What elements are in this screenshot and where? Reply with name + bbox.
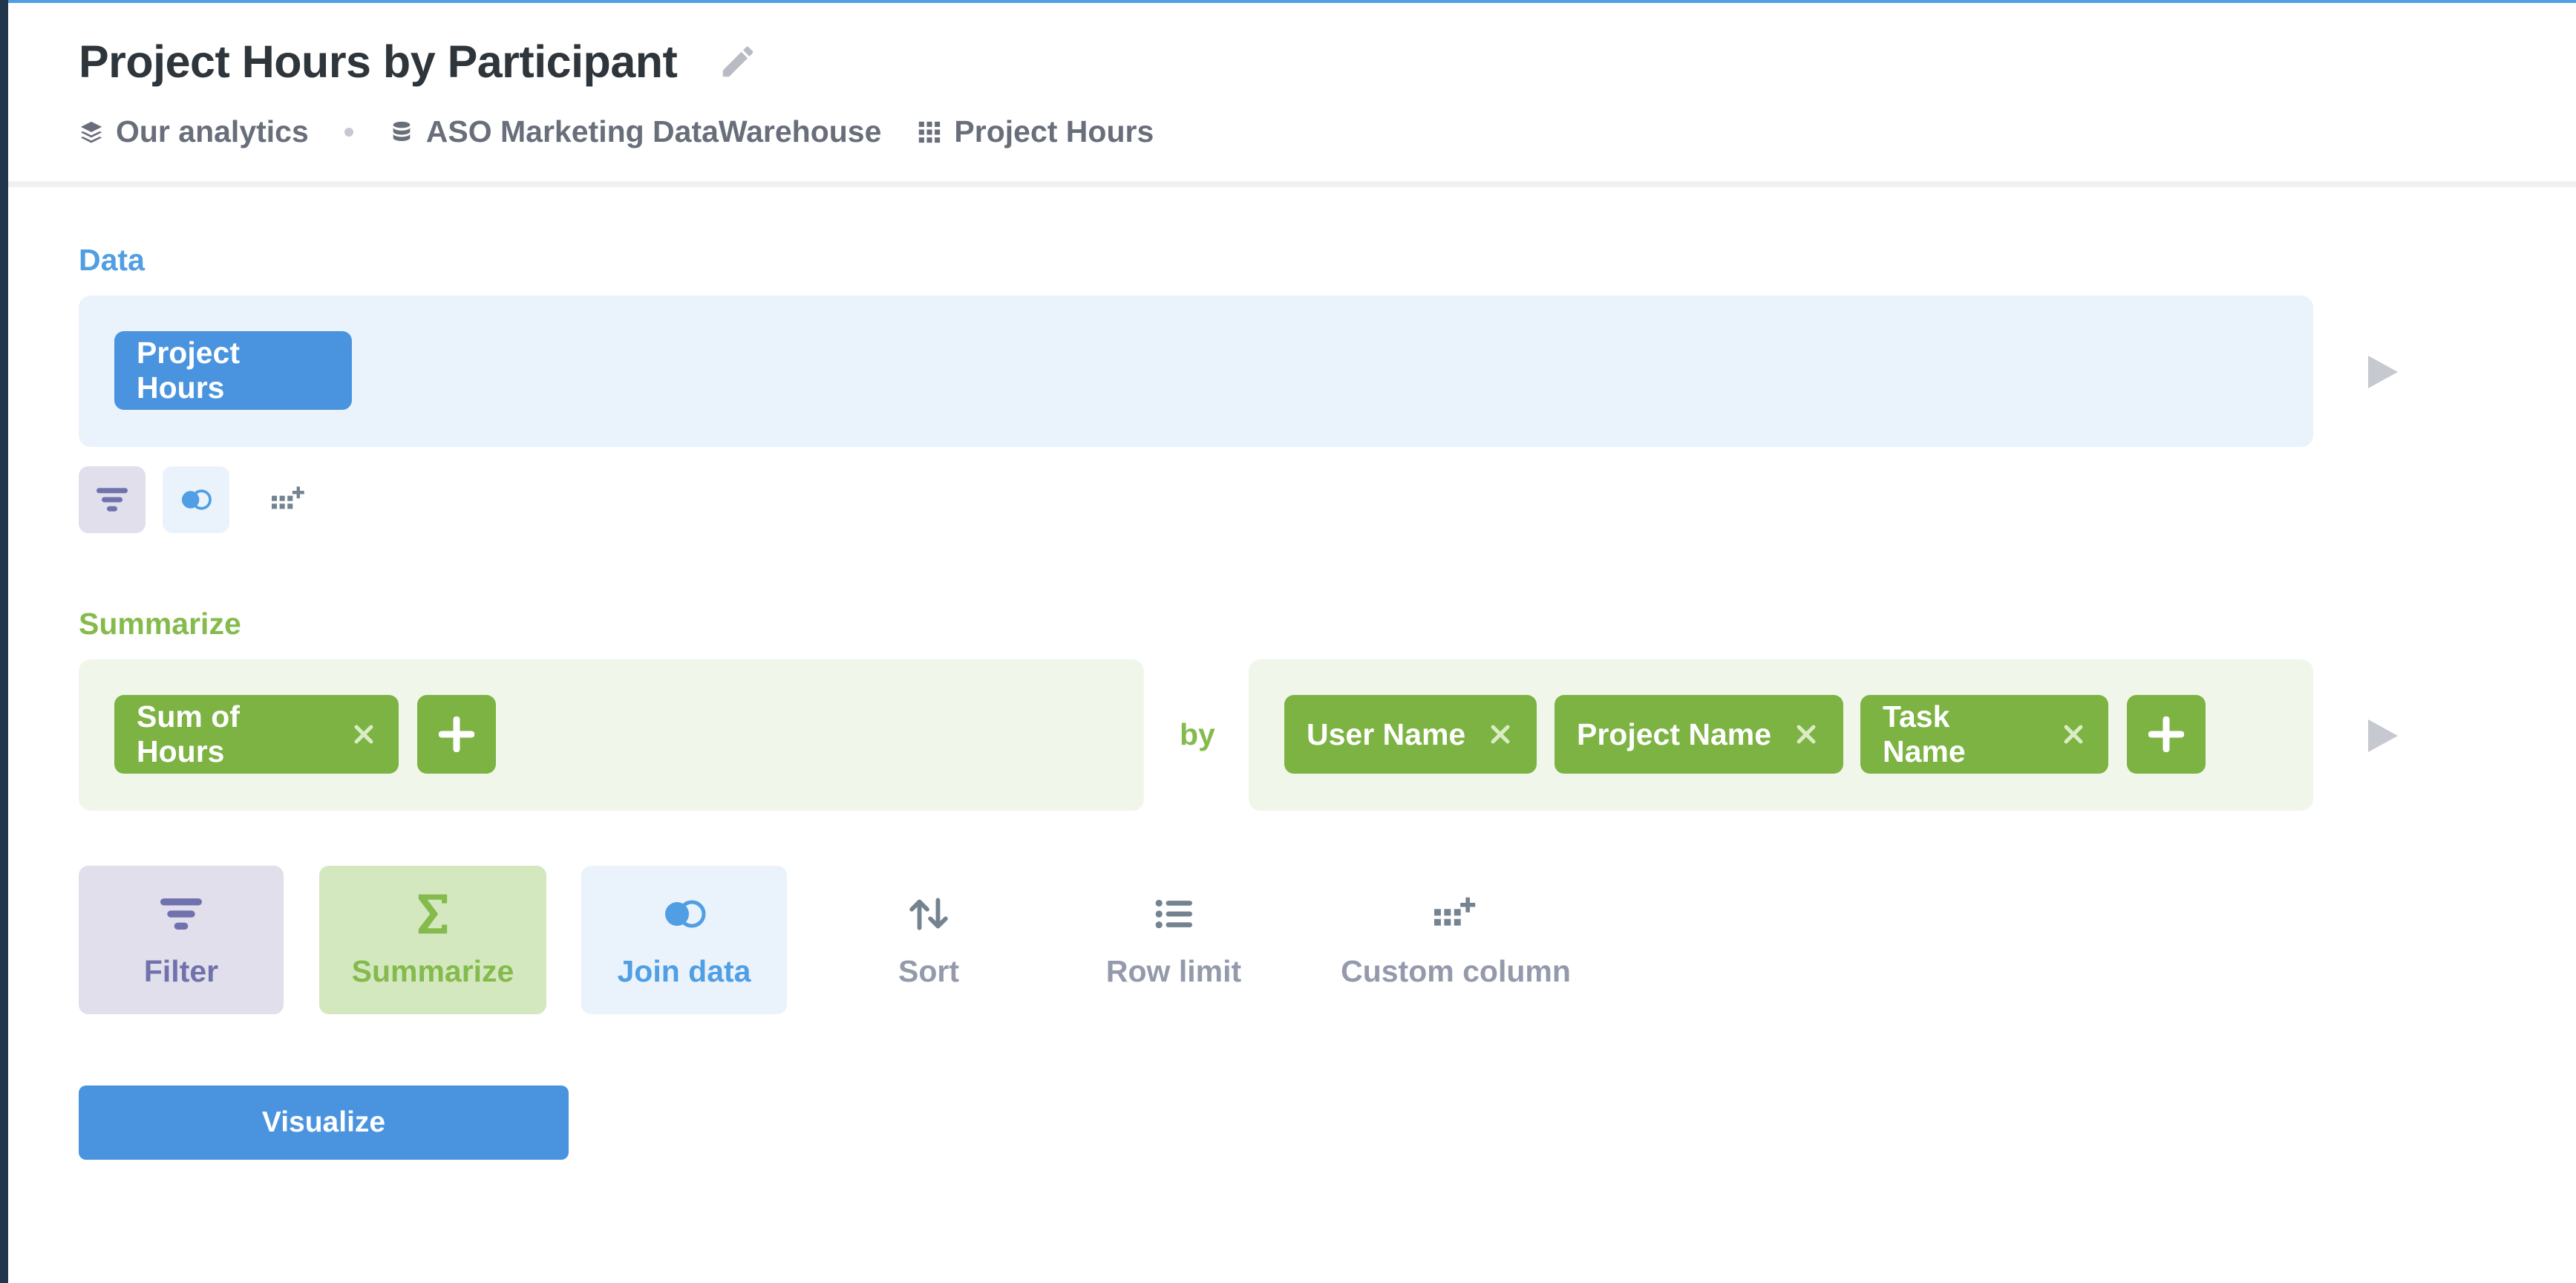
breadcrumb-separator [344, 127, 353, 137]
add-filter-mini-button[interactable] [79, 466, 146, 533]
breadcrumb-label: ASO Marketing DataWarehouse [425, 114, 882, 148]
summarize-action-button[interactable]: Summarize [319, 866, 546, 1014]
breakout-label: User Name [1307, 716, 1466, 751]
data-section-label: Data [79, 243, 145, 277]
data-source-label: Project Hours [137, 336, 240, 405]
metrics-box: Sum of Hours [79, 659, 1144, 811]
join-icon [181, 489, 212, 510]
metric-label: Sum of Hours [137, 699, 240, 768]
action-label: Sort [898, 953, 959, 988]
breadcrumb: Our analytics ASO Marketing DataWarehous… [79, 114, 1154, 149]
breadcrumb-label: Project Hours [954, 114, 1154, 148]
by-label: by [1180, 717, 1215, 751]
title-row: Project Hours by Participant [79, 36, 760, 88]
action-label: Row limit [1105, 953, 1242, 988]
list-icon [1155, 899, 1192, 928]
pencil-icon[interactable] [716, 39, 760, 84]
custom-column-mini-button[interactable] [255, 466, 322, 533]
breakouts-box: User Name Project Name Task Name [1249, 659, 2313, 811]
metric-pill[interactable]: Sum of Hours [114, 695, 399, 774]
breadcrumb-collection[interactable]: Our analytics [79, 114, 309, 149]
query-editor: Project Hours by Participant Our analyti… [8, 0, 2576, 1283]
filter-action-button[interactable]: Filter [79, 866, 284, 1014]
breakout-pill[interactable]: Task Name [1860, 695, 2108, 774]
row-limit-action-button[interactable]: Row limit [1062, 866, 1285, 1014]
summarize-section-label: Summarize [79, 607, 241, 641]
remove-breakout-icon[interactable] [1488, 722, 1513, 747]
action-label: Summarize [351, 953, 514, 988]
action-label: Filter [143, 953, 219, 988]
data-step-box: Project Hours [79, 296, 2313, 447]
database-icon [393, 121, 411, 141]
plus-icon [439, 716, 474, 752]
preview-summarize-icon[interactable] [2364, 717, 2402, 754]
preview-data-icon[interactable] [2364, 353, 2402, 391]
join-icon [664, 900, 705, 927]
custom-column-icon [272, 486, 304, 509]
add-breakout-button[interactable] [2127, 695, 2206, 774]
sigma-icon [418, 894, 448, 933]
visualize-button[interactable]: Visualize [79, 1086, 569, 1160]
breadcrumb-label: Our analytics [116, 114, 309, 148]
header: Project Hours by Participant Our analyti… [8, 3, 2576, 187]
table-icon [919, 121, 941, 143]
remove-metric-icon[interactable] [351, 722, 376, 747]
plus-icon [2148, 716, 2184, 752]
breadcrumb-database[interactable]: ASO Marketing DataWarehouse [389, 114, 882, 149]
breakout-pill[interactable]: Project Name [1555, 695, 1843, 774]
breakout-pill[interactable]: User Name [1284, 695, 1537, 774]
join-data-action-button[interactable]: Join data [581, 866, 787, 1014]
sort-icon [909, 897, 948, 930]
remove-breakout-icon[interactable] [2061, 722, 2086, 747]
action-label: Join data [617, 953, 751, 988]
custom-column-action-button[interactable]: Custom column [1322, 866, 1589, 1014]
data-source-pill[interactable]: Project Hours [114, 331, 352, 410]
sort-action-button[interactable]: Sort [825, 866, 1033, 1014]
filter-icon [97, 488, 128, 512]
breadcrumb-table[interactable]: Project Hours [917, 114, 1154, 149]
join-data-mini-button[interactable] [163, 466, 229, 533]
collection-icon [80, 121, 102, 143]
page-title[interactable]: Project Hours by Participant [79, 36, 678, 88]
remove-breakout-icon[interactable] [1794, 722, 1819, 747]
add-metric-button[interactable] [417, 695, 496, 774]
custom-column-icon [1434, 897, 1476, 926]
action-label: Custom column [1341, 953, 1571, 988]
breakout-label: Task Name [1883, 699, 1966, 768]
breakout-label: Project Name [1577, 716, 1772, 751]
filter-icon [160, 898, 202, 930]
